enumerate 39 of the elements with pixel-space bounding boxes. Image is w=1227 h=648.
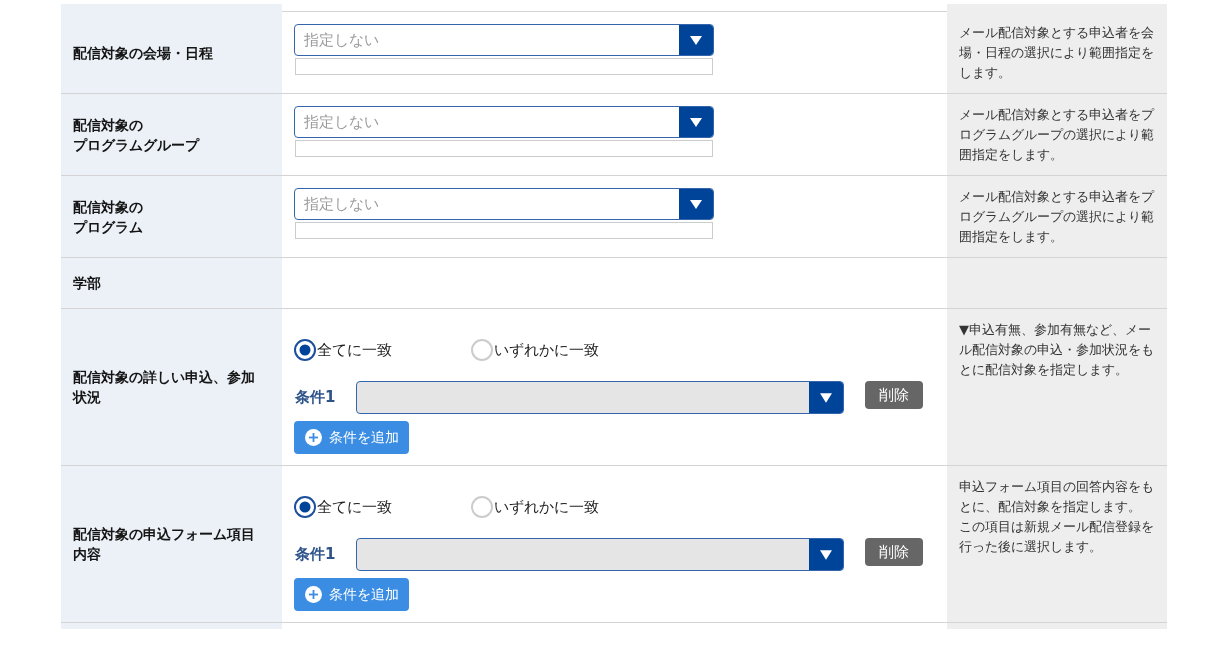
- condition-dropdown[interactable]: [356, 381, 844, 414]
- field-label: プログラム: [73, 217, 143, 237]
- plus-circle-icon: [305, 429, 322, 446]
- radio-option[interactable]: いずれかに一致: [471, 496, 648, 518]
- help-text: メール配信対象とする申込者をプログラムグループの選択により範囲指定をします。: [959, 106, 1156, 164]
- caret-icon: [809, 539, 843, 570]
- delete-button[interactable]: 削除: [865, 381, 923, 409]
- dropdown[interactable]: 指定しない: [294, 24, 714, 56]
- help-text: メール配信対象とする申込者を会場・日程の選択により範囲指定をします。: [959, 24, 1155, 82]
- input-field[interactable]: [295, 222, 713, 239]
- radio-option[interactable]: 全てに一致: [294, 496, 471, 518]
- help-text: ▼申込有無、参加有無など、メール配信対象の申込・参加状況をもとに配信対象を指定します。: [959, 321, 1155, 379]
- input-field[interactable]: [295, 58, 713, 75]
- delete-button[interactable]: 削除: [865, 538, 923, 566]
- dropdown[interactable]: 指定しない: [294, 188, 714, 220]
- caret-icon: [809, 382, 843, 413]
- field-label: 配信対象の: [73, 197, 143, 217]
- input-field[interactable]: [295, 140, 713, 157]
- help-text: 申込フォーム項目の回答内容をもとに、配信対象を指定します。: [959, 478, 1155, 516]
- field-label: 配信対象の会場・日程: [73, 43, 213, 63]
- radio-option[interactable]: いずれかに一致: [471, 339, 648, 361]
- plus-circle-icon: [305, 586, 322, 603]
- help-text: メール配信対象とする申込者をプログラムグループの選択により範囲指定をします。: [959, 188, 1156, 246]
- dropdown[interactable]: 指定しない: [294, 106, 714, 138]
- add-condition-button[interactable]: 条件を追加: [294, 578, 409, 611]
- caret-icon: [679, 25, 713, 55]
- caret-icon: [679, 189, 713, 219]
- condition-dropdown[interactable]: [356, 538, 844, 571]
- add-condition-button[interactable]: 条件を追加: [294, 421, 409, 454]
- condition-label: 条件1: [294, 544, 337, 565]
- field-label: プログラムグループ: [73, 135, 199, 155]
- caret-icon: [679, 107, 713, 137]
- field-label: 配信対象の詳しい申込、参加状況: [73, 368, 256, 407]
- field-label: 配信対象の申込フォーム項目内容: [73, 525, 256, 564]
- field-label: 配信対象の: [73, 115, 143, 135]
- condition-label: 条件1: [294, 387, 337, 408]
- help-text: この項目は新規メール配信登録を行った後に選択します。: [959, 518, 1155, 556]
- radio-option[interactable]: 全てに一致: [294, 339, 471, 361]
- field-label: 学部: [73, 274, 101, 293]
